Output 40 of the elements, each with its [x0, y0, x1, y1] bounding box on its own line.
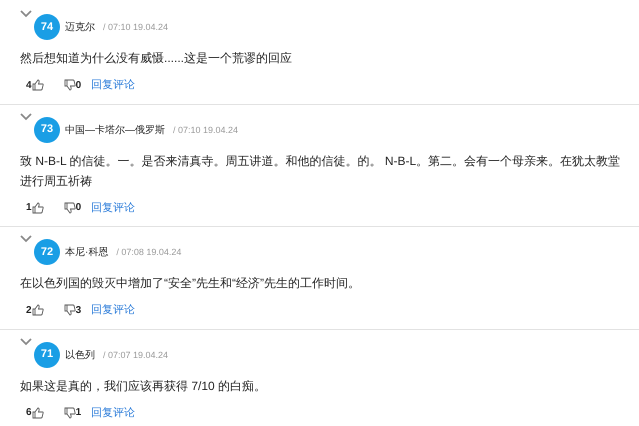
- thumbs-down-icon[interactable]: [64, 202, 76, 214]
- collapse-chevron-icon[interactable]: [20, 338, 32, 346]
- avatar: 72: [34, 239, 60, 265]
- collapse-chevron-icon[interactable]: [20, 235, 32, 243]
- reply-link[interactable]: 回复评论: [91, 404, 136, 421]
- dislike-count: 0: [76, 201, 82, 216]
- like-count: 6: [26, 406, 32, 420]
- like-count: 2: [26, 304, 32, 318]
- collapse-chevron-icon[interactable]: [20, 10, 32, 18]
- like-count: 4: [26, 78, 32, 93]
- timestamp: / 07:10 19.04.24: [173, 124, 238, 136]
- reply-link[interactable]: 回复评论: [91, 302, 136, 318]
- dislike-count: 1: [76, 406, 82, 420]
- timestamp: / 07:08 19.04.24: [116, 246, 182, 259]
- reply-link[interactable]: 回复评论: [91, 200, 136, 216]
- timestamp: / 07:07 19.04.24: [103, 348, 168, 362]
- comment-text: 致 N-B-L 的信徒。一。是否来清真寺。周五讲道。和他的信徒。的。 N-B-L。第二。会有一个母亲来。在犹太教堂进行周五祈祷: [20, 152, 622, 190]
- like-count: 1: [26, 201, 32, 216]
- avatar: 71: [34, 342, 60, 368]
- thumbs-up-icon[interactable]: [32, 202, 44, 214]
- avatar: 74: [34, 14, 60, 40]
- reply-link[interactable]: 回复评论: [91, 77, 136, 94]
- comment-text: 如果这是真的，我们应该再获得 7/10 的白痴。: [20, 378, 268, 394]
- comment-text: 在以色列国的毁灭中增加了“安全”先生和“经济”先生的工作时间。: [20, 275, 361, 292]
- collapse-chevron-icon[interactable]: [20, 112, 32, 120]
- dislike-count: 0: [76, 78, 82, 93]
- thumbs-up-icon[interactable]: [32, 406, 44, 419]
- author-name: 迈克尔: [65, 20, 95, 35]
- thumbs-up-icon[interactable]: [32, 79, 44, 92]
- author-name: 本尼·科恩: [65, 246, 108, 260]
- comment-text: 然后想知道为什么没有威慑......这是一个荒谬的回应: [20, 50, 294, 67]
- avatar: 73: [34, 116, 60, 142]
- author-name: 中国—卡塔尔—俄罗斯: [65, 124, 165, 138]
- dislike-count: 3: [76, 304, 82, 318]
- timestamp: / 07:10 19.04.24: [103, 21, 168, 34]
- thumbs-up-icon[interactable]: [32, 304, 44, 316]
- thumbs-down-icon[interactable]: [64, 304, 76, 316]
- thumbs-down-icon[interactable]: [64, 406, 76, 419]
- thumbs-down-icon[interactable]: [64, 79, 76, 92]
- author-name: 以色列: [65, 348, 95, 362]
